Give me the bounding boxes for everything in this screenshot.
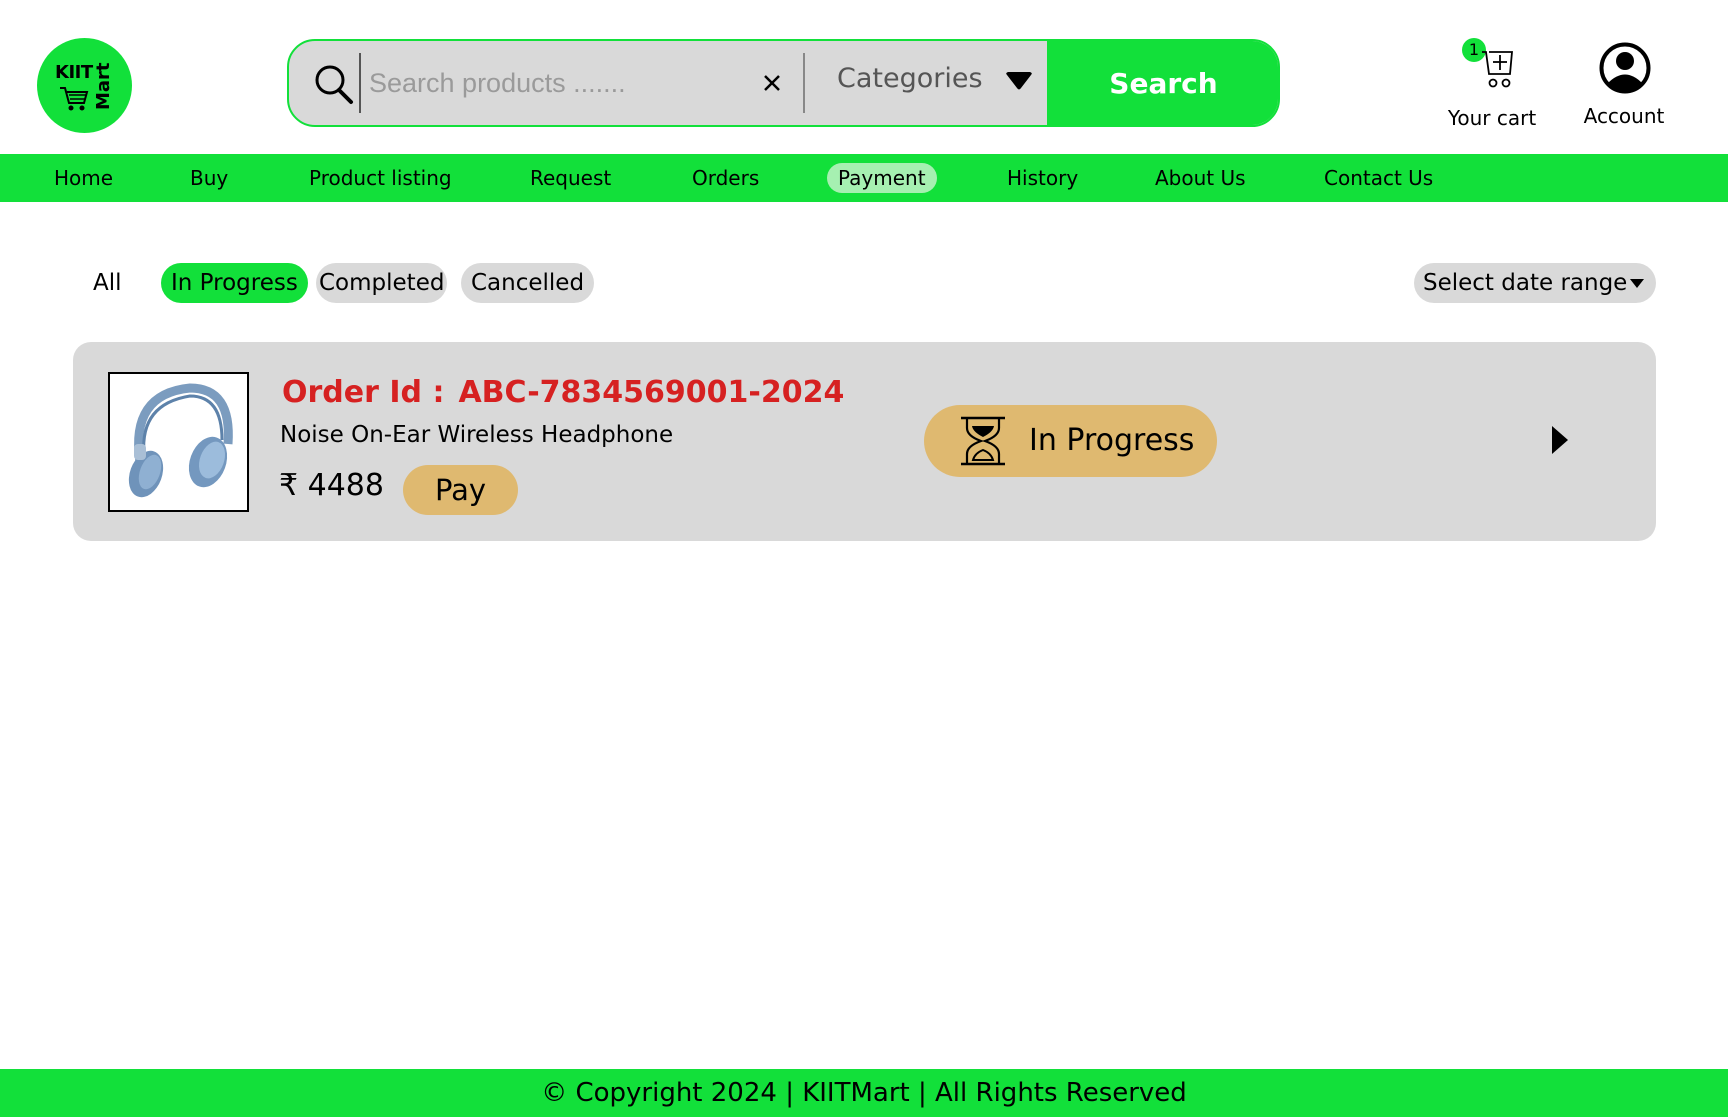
chevron-right-icon[interactable]: [1550, 424, 1570, 456]
user-avatar-icon[interactable]: [1599, 42, 1651, 94]
status-text: In Progress: [1029, 423, 1195, 458]
cart-icon[interactable]: [1480, 44, 1514, 92]
date-range-label: Select date range: [1423, 270, 1628, 296]
nav-orders[interactable]: Orders: [681, 163, 770, 193]
search-input[interactable]: [369, 59, 699, 107]
search-button[interactable]: Search: [1047, 41, 1278, 125]
filter-tab-completed[interactable]: Completed: [316, 263, 448, 303]
caret-down-icon: [1630, 279, 1644, 288]
search-divider: [359, 53, 361, 113]
order-price: ₹ 4488: [279, 468, 384, 503]
filter-tab-in-progress[interactable]: In Progress: [161, 263, 308, 303]
kiitmart-logo[interactable]: KIIT Mart: [37, 38, 132, 133]
hourglass-icon: [961, 416, 1005, 466]
cart-label: Your cart: [1447, 106, 1537, 130]
logo-text-kiit: KIIT: [55, 62, 93, 83]
filter-tab-all[interactable]: All: [83, 263, 132, 303]
status-badge: In Progress: [924, 405, 1217, 477]
close-icon[interactable]: [759, 70, 785, 96]
main-nav: Home Buy Product listing Request Orders …: [0, 154, 1728, 202]
search-bar: Categories Search: [287, 39, 1280, 127]
account-label: Account: [1583, 104, 1665, 128]
search-icon[interactable]: [313, 63, 355, 105]
caret-down-icon[interactable]: [1005, 71, 1033, 93]
logo-cart-icon: [60, 87, 89, 111]
nav-product-listing[interactable]: Product listing: [298, 163, 463, 193]
nav-about-us[interactable]: About Us: [1144, 163, 1257, 193]
logo-text-mart: Mart: [93, 62, 114, 110]
product-image: [108, 372, 249, 512]
nav-buy[interactable]: Buy: [179, 163, 239, 193]
copyright-text: © Copyright 2024 | KIITMart | All Rights…: [541, 1078, 1187, 1108]
nav-history[interactable]: History: [996, 163, 1089, 193]
nav-contact-us[interactable]: Contact Us: [1313, 163, 1444, 193]
nav-home[interactable]: Home: [43, 163, 124, 193]
order-id-value: ABC-7834569001-2024: [458, 375, 845, 410]
order-id: Order Id : ABC-7834569001-2024: [282, 375, 844, 410]
pay-button[interactable]: Pay: [403, 465, 518, 515]
nav-request[interactable]: Request: [519, 163, 622, 193]
headphone-image: [128, 383, 233, 498]
site-header: KIIT Mart Categories Search 1: [0, 0, 1728, 154]
date-range-select[interactable]: Select date range: [1414, 263, 1656, 303]
site-footer: © Copyright 2024 | KIITMart | All Rights…: [0, 1069, 1728, 1117]
order-id-label: Order Id :: [282, 375, 445, 410]
category-divider: [803, 53, 805, 113]
filter-tab-cancelled[interactable]: Cancelled: [461, 263, 595, 303]
nav-payment[interactable]: Payment: [827, 163, 937, 193]
order-card[interactable]: Order Id : ABC-7834569001-2024 Noise On-E…: [73, 342, 1656, 541]
product-name: Noise On-Ear Wireless Headphone: [280, 422, 674, 448]
categories-dropdown[interactable]: Categories: [837, 63, 983, 94]
